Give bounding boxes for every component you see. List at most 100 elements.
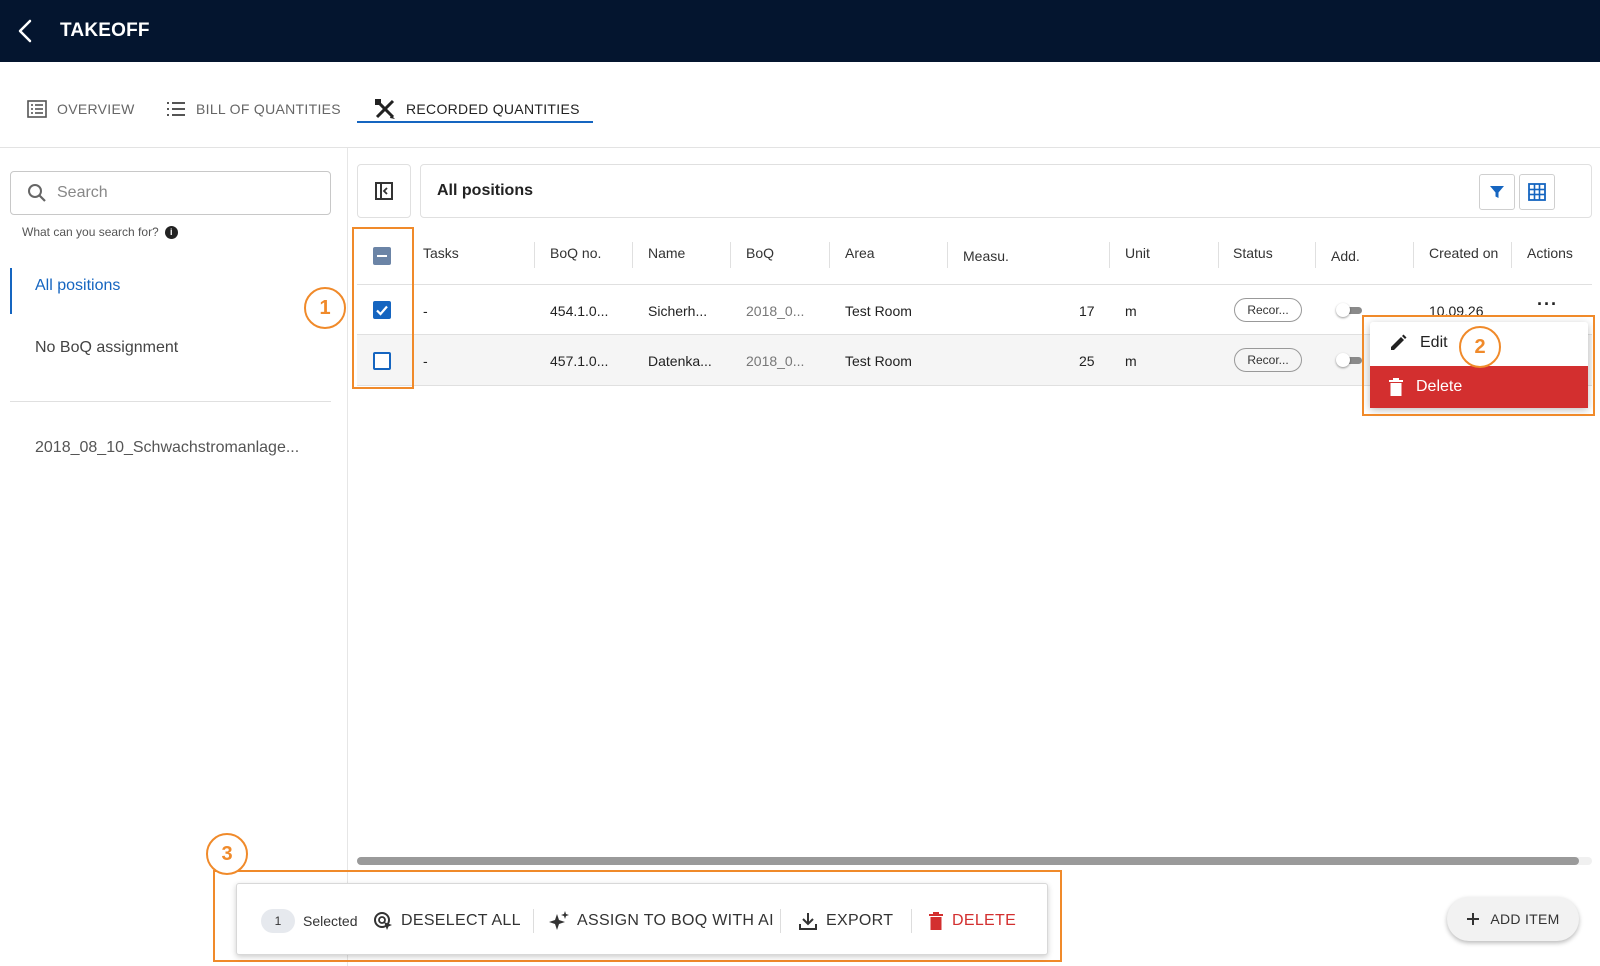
column-separator xyxy=(1315,242,1316,268)
column-additional[interactable]: Add. xyxy=(1331,248,1360,264)
left-panel: What can you search for? i All positions… xyxy=(0,148,348,966)
column-status[interactable]: Status xyxy=(1233,245,1273,261)
additional-toggle[interactable] xyxy=(1336,353,1362,367)
annotation-marker-3: 3 xyxy=(206,833,248,875)
deselect-icon xyxy=(374,912,392,930)
search-hint: What can you search for? i xyxy=(22,225,178,239)
add-item-button[interactable]: ADD ITEM xyxy=(1447,897,1579,941)
deselect-all-label: DESELECT ALL xyxy=(401,912,521,929)
cell-tasks: - xyxy=(423,303,428,319)
export-label: EXPORT xyxy=(826,912,894,929)
column-separator xyxy=(730,242,731,268)
delete-selected-button[interactable]: DELETE xyxy=(928,908,1016,934)
tab-bill-of-quantities[interactable]: BILL OF QUANTITIES xyxy=(166,92,341,126)
annotation-marker-1: 1 xyxy=(304,287,346,329)
column-separator xyxy=(947,242,948,268)
assign-to-boq-ai-button[interactable]: ASSIGN TO BOQ WITH AI xyxy=(549,908,774,934)
delete-selected-label: DELETE xyxy=(952,912,1017,929)
column-separator xyxy=(1109,242,1110,268)
collapse-sidebar-button[interactable] xyxy=(357,164,411,218)
table-header-bar: All positions xyxy=(420,164,1592,218)
tab-recorded-quantities-label: RECORDED QUANTITIES xyxy=(406,101,580,117)
more-actions-icon[interactable]: ··· xyxy=(1537,294,1558,315)
column-measure[interactable]: Measu. xyxy=(963,248,1009,264)
column-boq-no[interactable]: BoQ no. xyxy=(550,245,601,261)
cell-name: Datenka... xyxy=(648,353,712,369)
add-item-label: ADD ITEM xyxy=(1490,911,1560,927)
column-area[interactable]: Area xyxy=(845,245,875,261)
ruler-pencil-icon xyxy=(375,99,395,119)
selected-label: Selected xyxy=(303,913,358,929)
assign-to-boq-ai-label: ASSIGN TO BOQ WITH AI xyxy=(577,912,774,929)
sidebar-collapse-icon xyxy=(375,182,393,200)
column-actions: Actions xyxy=(1527,245,1573,261)
plus-icon xyxy=(1467,913,1480,925)
sparkle-icon xyxy=(549,911,569,930)
column-name[interactable]: Name xyxy=(648,245,685,261)
column-boq[interactable]: BoQ xyxy=(746,245,774,261)
nav-active-indicator xyxy=(10,268,12,314)
action-separator xyxy=(911,909,912,933)
column-created-on[interactable]: Created on xyxy=(1429,245,1498,261)
list-icon xyxy=(167,102,185,116)
grid-view-button[interactable] xyxy=(1519,174,1555,210)
tab-overview[interactable]: OVERVIEW xyxy=(27,92,135,126)
cell-boq: 2018_0... xyxy=(746,353,805,369)
toggle-knob xyxy=(1336,303,1350,317)
status-badge: Recor... xyxy=(1234,298,1302,322)
cell-tasks: - xyxy=(423,353,428,369)
nav-no-boq-assignment[interactable]: No BoQ assignment xyxy=(35,339,178,357)
cell-boq: 2018_0... xyxy=(746,303,805,319)
back-arrow-icon[interactable] xyxy=(12,17,40,45)
deselect-all-button[interactable]: DESELECT ALL xyxy=(373,908,521,934)
action-separator xyxy=(780,909,781,933)
info-icon[interactable]: i xyxy=(164,225,178,239)
tab-bar: OVERVIEW BILL OF QUANTITIES RECORDED QUA… xyxy=(0,62,1600,148)
filter-button[interactable] xyxy=(1479,174,1515,210)
cell-measure: 17 xyxy=(1079,303,1095,319)
cell-name: Sicherh... xyxy=(648,303,708,319)
export-button[interactable]: EXPORT xyxy=(798,908,893,934)
app-title: TAKEOFF xyxy=(60,20,150,41)
download-icon xyxy=(799,913,817,930)
top-bar: TAKEOFF xyxy=(0,0,1600,62)
toggle-knob xyxy=(1336,353,1350,367)
cell-area: Test Room xyxy=(845,353,912,369)
table-title: All positions xyxy=(437,182,533,199)
status-badge: Recor... xyxy=(1234,348,1302,372)
list-box-icon xyxy=(27,100,47,118)
active-tab-indicator xyxy=(357,121,593,123)
nav-all-positions[interactable]: All positions xyxy=(35,277,120,295)
tab-overview-label: OVERVIEW xyxy=(57,101,135,117)
tab-bill-of-quantities-label: BILL OF QUANTITIES xyxy=(196,101,341,117)
horizontal-scrollbar[interactable] xyxy=(357,857,1592,865)
column-separator xyxy=(1218,242,1219,268)
column-unit[interactable]: Unit xyxy=(1125,245,1150,261)
filter-icon xyxy=(1490,186,1504,198)
cell-boq-no: 457.1.0... xyxy=(550,353,609,369)
column-separator xyxy=(829,242,830,268)
header-row-divider xyxy=(357,284,1592,285)
cell-boq-no: 454.1.0... xyxy=(550,303,609,319)
selected-count-badge: 1 xyxy=(261,909,295,933)
search-box xyxy=(10,171,331,215)
cell-measure: 25 xyxy=(1079,353,1095,369)
cell-unit: m xyxy=(1125,303,1137,319)
sidebar-divider xyxy=(10,401,331,402)
search-icon xyxy=(28,184,46,202)
column-separator xyxy=(534,242,535,268)
boq-list-item[interactable]: 2018_08_10_Schwachstromanlage... xyxy=(35,439,325,457)
grid-icon xyxy=(1528,183,1546,201)
search-hint-text: What can you search for? xyxy=(22,225,159,239)
cell-unit: m xyxy=(1125,353,1137,369)
search-input[interactable] xyxy=(57,184,317,202)
annotation-marker-2: 2 xyxy=(1459,326,1501,368)
additional-toggle[interactable] xyxy=(1336,303,1362,317)
trash-icon xyxy=(929,912,943,930)
column-separator xyxy=(1413,242,1414,268)
scrollbar-thumb[interactable] xyxy=(357,857,1579,865)
annotation-box-checkboxes xyxy=(352,227,414,389)
selection-action-bar: 1 Selected DESELECT ALL ASSIGN TO BOQ WI… xyxy=(236,883,1048,955)
action-separator xyxy=(533,909,534,933)
column-tasks[interactable]: Tasks xyxy=(423,245,459,261)
